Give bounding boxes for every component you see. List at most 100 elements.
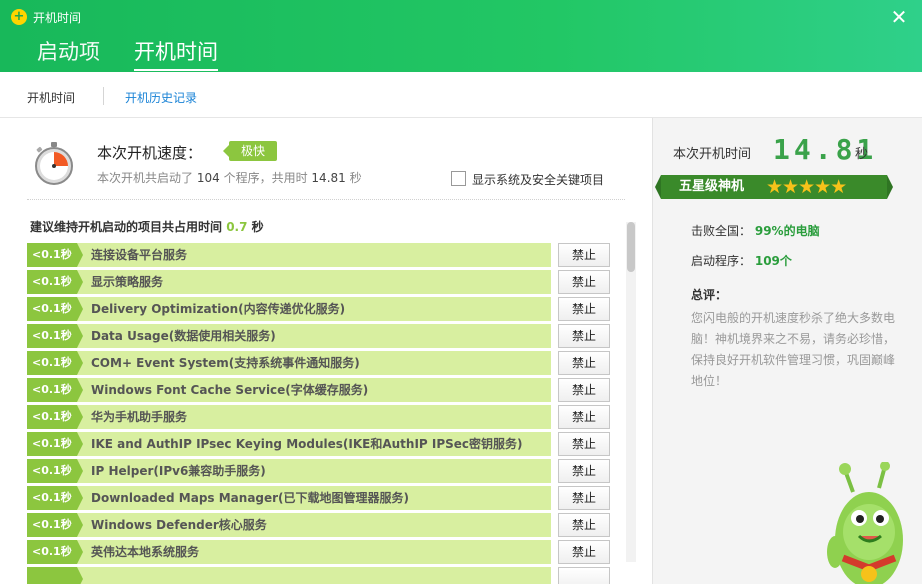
item-bar: <0.1秒 Windows Defender核心服务 — [27, 513, 551, 537]
item-name: COM+ Event System(支持系统事件通知服务) — [91, 356, 360, 370]
boot-detail-panel: 本次开机速度： 极快 本次开机共启动了 104 个程序，共用时 14.81 秒 … — [0, 118, 652, 584]
beat-label: 击败全国： — [691, 224, 752, 238]
disable-button[interactable]: 禁止 — [558, 243, 610, 267]
comment-title: 总评： — [691, 288, 728, 302]
item-time-tag: <0.1秒 — [27, 405, 83, 429]
item-name: Delivery Optimization(内容传递优化服务) — [91, 302, 346, 316]
item-bar: <0.1秒 IKE and AuthIP IPsec Keying Modules… — [27, 432, 551, 456]
list-item: <0.1秒 IP Helper(IPv6兼容助手服务) 禁止 — [27, 459, 617, 486]
item-time-tag: <0.1秒 — [27, 432, 83, 456]
item-bar — [27, 567, 551, 584]
item-bar: <0.1秒 Downloaded Maps Manager(已下载地图管理器服务) — [27, 486, 551, 510]
close-icon[interactable]: ✕ — [890, 7, 908, 27]
scrollbar[interactable] — [626, 222, 636, 562]
window-title: 开机时间 — [33, 11, 82, 25]
stopwatch-icon — [35, 142, 73, 185]
disable-button[interactable]: 禁止 — [558, 540, 610, 564]
summary-prefix: 本次开机共启动了 — [97, 171, 194, 185]
speed-badge: 极快 — [223, 141, 277, 161]
tab-boot-time[interactable]: 开机时间 — [134, 36, 218, 71]
scrollbar-thumb[interactable] — [627, 222, 635, 272]
disable-button[interactable]: 禁止 — [558, 270, 610, 294]
list-item: <0.1秒 IKE and AuthIP IPsec Keying Modules… — [27, 432, 617, 459]
total-time: 14.81 — [311, 171, 346, 185]
rank-banner: 五星级神机 ★★★★★ — [655, 175, 893, 199]
programs-label: 启动程序： — [691, 254, 752, 268]
programs-stat: 启动程序： 109个 — [691, 252, 792, 269]
comment-text: 您闪电般的开机速度秒杀了绝大多数电脑！神机境界来之不易，请务必珍惜，保持良好开机… — [691, 311, 896, 388]
item-name: Downloaded Maps Manager(已下载地图管理器服务) — [91, 491, 410, 505]
item-bar: <0.1秒 Windows Font Cache Service(字体缓存服务) — [27, 378, 551, 402]
subtab-divider — [103, 87, 104, 105]
beat-value: 99%的电脑 — [754, 224, 820, 238]
item-bar: <0.1秒 Data Usage(数据使用相关服务) — [27, 324, 551, 348]
item-name: IP Helper(IPv6兼容助手服务) — [91, 464, 266, 478]
recommend-summary: 建议维持开机启动的项目共占用时间 0.7 秒 — [30, 218, 264, 235]
list-item: <0.1秒 Windows Font Cache Service(字体缓存服务) 禁… — [27, 378, 617, 405]
show-system-items-label[interactable]: 显示系统及安全关键项目 — [472, 171, 604, 188]
summary-mid: 个程序，共用时 — [223, 171, 308, 185]
item-time-tag: <0.1秒 — [27, 378, 83, 402]
list-item: <0.1秒 COM+ Event System(支持系统事件通知服务) 禁止 — [27, 351, 617, 378]
item-bar: <0.1秒 COM+ Event System(支持系统事件通知服务) — [27, 351, 551, 375]
subtab-boot-time[interactable]: 开机时间 — [27, 89, 75, 106]
list-item: <0.1秒 连接设备平台服务 禁止 — [27, 243, 617, 270]
disable-button[interactable] — [558, 567, 610, 584]
item-time-tag: <0.1秒 — [27, 459, 83, 483]
disable-button[interactable]: 禁止 — [558, 459, 610, 483]
beat-stat: 击败全国： 99%的电脑 — [691, 222, 820, 239]
recommend-time: 0.7 — [226, 220, 248, 234]
disable-button[interactable]: 禁止 — [558, 405, 610, 429]
item-name: IKE and AuthIP IPsec Keying Modules(IKE和… — [91, 437, 523, 451]
item-time-tag: <0.1秒 — [27, 486, 83, 510]
boot-summary: 本次开机共启动了 104 个程序，共用时 14.81 秒 — [97, 169, 362, 186]
item-bar: <0.1秒 显示策略服务 — [27, 270, 551, 294]
disable-button[interactable]: 禁止 — [558, 351, 610, 375]
item-name: Data Usage(数据使用相关服务) — [91, 329, 276, 343]
disable-button[interactable]: 禁止 — [558, 378, 610, 402]
disable-button[interactable]: 禁止 — [558, 324, 610, 348]
disable-button[interactable]: 禁止 — [558, 486, 610, 510]
item-bar: <0.1秒 Delivery Optimization(内容传递优化服务) — [27, 297, 551, 321]
list-item — [27, 567, 617, 584]
list-item: <0.1秒 华为手机助手服务 禁止 — [27, 405, 617, 432]
disable-button[interactable]: 禁止 — [558, 513, 610, 537]
rating-stars-icon: ★★★★★ — [766, 176, 847, 198]
item-name: Windows Font Cache Service(字体缓存服务) — [91, 383, 369, 397]
item-bar: <0.1秒 英伟达本地系统服务 — [27, 540, 551, 564]
item-name: Windows Defender核心服务 — [91, 518, 267, 532]
item-time-tag: <0.1秒 — [27, 513, 83, 537]
subtab-boot-history[interactable]: 开机历史记录 — [125, 89, 197, 106]
item-bar: <0.1秒 IP Helper(IPv6兼容助手服务) — [27, 459, 551, 483]
boot-rating-panel: 本次开机时间 14.81 秒 五星级神机 ★★★★★ 击败全国： 99%的电脑 … — [652, 118, 922, 584]
item-time-tag — [27, 567, 83, 584]
show-system-items-checkbox[interactable] — [451, 171, 466, 186]
list-item: <0.1秒 英伟达本地系统服务 禁止 — [27, 540, 617, 567]
programs-value: 109个 — [754, 254, 792, 268]
list-item: <0.1秒 显示策略服务 禁止 — [27, 270, 617, 297]
list-item: <0.1秒 Windows Defender核心服务 禁止 — [27, 513, 617, 540]
program-count: 104 — [196, 171, 220, 185]
recommend-unit: 秒 — [251, 220, 264, 234]
divider — [27, 199, 625, 200]
disable-button[interactable]: 禁止 — [558, 297, 610, 321]
app-logo-icon: + — [11, 9, 27, 25]
title-bar: + 开机时间 ✕ 启动项 开机时间 — [0, 0, 922, 72]
item-bar: <0.1秒 连接设备平台服务 — [27, 243, 551, 267]
speed-label: 本次开机速度： — [97, 144, 203, 162]
item-name: 华为手机助手服务 — [91, 410, 188, 424]
item-name: 英伟达本地系统服务 — [91, 545, 200, 559]
item-time-tag: <0.1秒 — [27, 324, 83, 348]
list-item: <0.1秒 Downloaded Maps Manager(已下载地图管理器服务)… — [27, 486, 617, 513]
mascot-icon — [827, 462, 903, 584]
item-name: 显示策略服务 — [91, 275, 164, 289]
item-time-tag: <0.1秒 — [27, 540, 83, 564]
disable-button[interactable]: 禁止 — [558, 432, 610, 456]
tab-startup-items[interactable]: 启动项 — [37, 36, 100, 66]
item-time-tag: <0.1秒 — [27, 297, 83, 321]
item-name: 连接设备平台服务 — [91, 248, 188, 262]
startup-item-list: <0.1秒 连接设备平台服务 禁止 <0.1秒 显示策略服务 禁止 <0.1秒 Deliver… — [27, 243, 617, 584]
summary-unit: 秒 — [349, 171, 362, 185]
boot-time-label: 本次开机时间 — [673, 147, 752, 162]
recommend-prefix: 建议维持开机启动的项目共占用时间 — [30, 220, 223, 234]
